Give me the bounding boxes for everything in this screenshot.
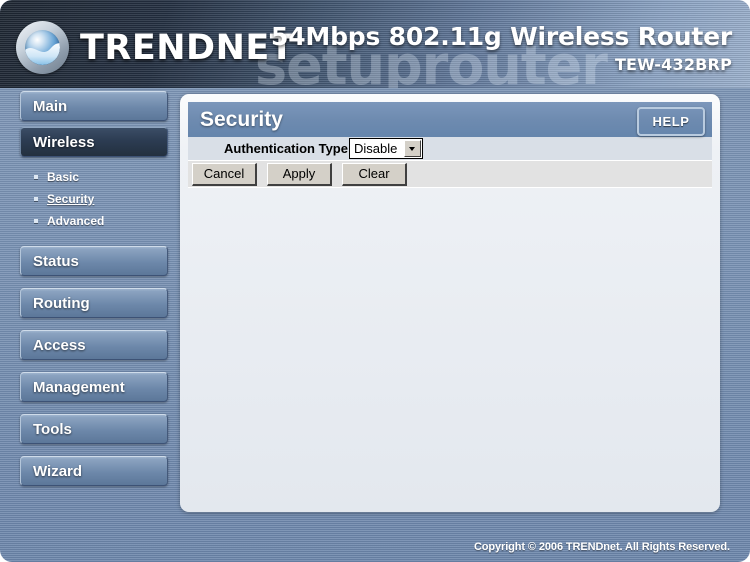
sidebar-item-label: Access (33, 336, 86, 354)
sidebar-item-wireless[interactable]: Wireless (20, 127, 168, 157)
bullet-icon (34, 175, 38, 179)
product-title: 54Mbps 802.11g Wireless Router (271, 22, 732, 51)
sidebar-item-access[interactable]: Access (20, 330, 168, 360)
apply-button-label: Apply (282, 166, 316, 181)
page-header: setuprouter TRENDNET 54Mbps 802.11g Wire… (0, 0, 750, 88)
trendnet-globe-logo-icon (16, 21, 69, 74)
content-panel-inner: Security HELP Authentication Type Disabl… (188, 102, 712, 188)
page-title: Security (200, 107, 283, 131)
model-number: TEW-432BRP (614, 55, 732, 74)
bullet-icon (34, 197, 38, 201)
sidebar-nav: Main Wireless Basic Security Advanced St… (20, 91, 168, 492)
auth-type-value: Disable (353, 141, 398, 156)
sidebar-subitem-label: Basic (47, 170, 80, 184)
bullet-icon (34, 219, 38, 223)
sidebar-item-label: Wireless (33, 133, 95, 151)
cancel-button[interactable]: Cancel (192, 162, 257, 186)
apply-button[interactable]: Apply (267, 162, 332, 186)
help-button-label: HELP (652, 114, 690, 129)
sidebar-item-label: Wizard (33, 462, 83, 480)
cancel-button-label: Cancel (203, 166, 245, 181)
sidebar-item-label: Routing (33, 294, 90, 312)
sidebar-subitem-label: Advanced (47, 214, 105, 228)
sidebar-item-routing[interactable]: Routing (20, 288, 168, 318)
sidebar-submenu-wireless: Basic Security Advanced (26, 166, 168, 232)
sidebar-subitem-label: Security (47, 192, 95, 206)
sidebar-item-main[interactable]: Main (20, 91, 168, 121)
form-action-bar: Cancel Apply Clear (188, 161, 712, 188)
product-info: 54Mbps 802.11g Wireless Router TEW-432BR… (271, 22, 732, 74)
chevron-down-icon[interactable] (403, 140, 421, 157)
sidebar-item-wizard[interactable]: Wizard (20, 456, 168, 486)
footer-copyright: Copyright © 2006 TRENDnet. All Rights Re… (473, 541, 730, 553)
sidebar-item-status[interactable]: Status (20, 246, 168, 276)
panel-title-bar: Security HELP (188, 102, 712, 137)
logo-wave-shape (25, 30, 60, 65)
auth-type-label: Authentication Type (224, 141, 348, 156)
router-admin-page: setuprouter TRENDNET 54Mbps 802.11g Wire… (0, 0, 750, 562)
sidebar-subitem-security[interactable]: Security (26, 188, 168, 210)
sidebar-item-label: Main (33, 97, 68, 115)
auth-type-select[interactable]: Disable (348, 138, 423, 159)
sidebar-item-tools[interactable]: Tools (20, 414, 168, 444)
clear-button[interactable]: Clear (342, 162, 407, 186)
auth-type-row: Authentication Type Disable (188, 137, 712, 161)
brand-logo: TRENDNET (16, 21, 294, 74)
clear-button-label: Clear (358, 166, 390, 181)
sidebar-item-label: Status (33, 252, 79, 270)
sidebar-subitem-advanced[interactable]: Advanced (26, 210, 168, 232)
sidebar-item-label: Management (33, 378, 125, 396)
sidebar-subitem-basic[interactable]: Basic (26, 166, 168, 188)
sidebar-item-label: Tools (33, 420, 72, 438)
sidebar-item-management[interactable]: Management (20, 372, 168, 402)
help-button[interactable]: HELP (637, 107, 705, 136)
content-panel: Security HELP Authentication Type Disabl… (180, 94, 720, 512)
brand-name: TRENDNET (80, 27, 295, 68)
